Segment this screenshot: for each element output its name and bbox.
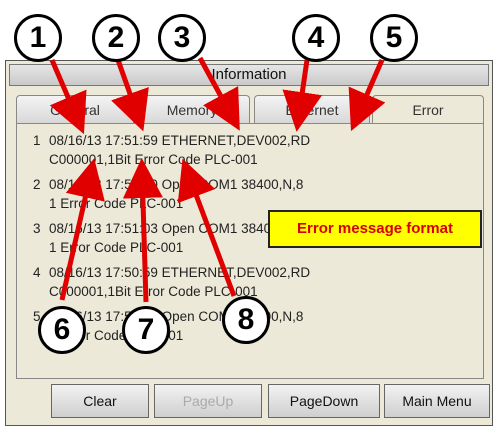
arrow-8: [177, 158, 237, 297]
arrow-2: [111, 59, 149, 132]
callout-badge-4: 4: [292, 14, 340, 62]
arrow-4: [282, 59, 323, 132]
callout-badge-7: 7: [122, 306, 170, 354]
arrow-7: [122, 158, 163, 303]
callout-badge-1: 1: [14, 14, 62, 62]
callout-arrows: [49, 56, 386, 303]
callout-badge-8: 8: [222, 296, 270, 344]
arrow-1: [49, 59, 87, 135]
callout-badge-5: 5: [370, 14, 418, 62]
callout-badge-3: 3: [158, 14, 206, 62]
callout-badge-6: 6: [38, 306, 86, 354]
callout-badge-2: 2: [92, 14, 140, 62]
arrow-5: [348, 59, 386, 132]
arrow-6: [59, 158, 105, 301]
arrow-3: [197, 56, 240, 131]
